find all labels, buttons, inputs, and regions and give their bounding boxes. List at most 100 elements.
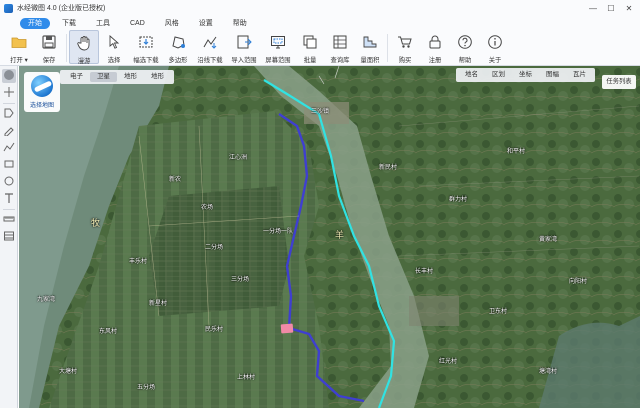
help-label: 帮助 [458,57,472,64]
toolbar-separator [66,34,67,62]
open-label: 打开 ▾ [10,57,28,64]
table-tool[interactable] [2,230,16,244]
save-label: 保存 [42,57,56,64]
polyline-tool[interactable] [2,141,16,155]
register-button[interactable]: 注册 [420,30,450,64]
task-list-button[interactable]: 任务列表 [602,75,636,89]
rect-tool[interactable] [2,158,16,172]
map-label: 上林村 [237,375,256,381]
layer-tab-divisions[interactable]: 区划 [485,70,512,80]
window-title: 水经微图 4.0 (企业版已授权) [17,5,106,12]
map-label: 江心洲 [229,155,248,161]
circle-icon [3,175,15,189]
tag-tool[interactable] [2,107,16,121]
import-icon [236,34,252,52]
cursor-icon [106,34,122,52]
map-label: 九家湾 [37,297,56,303]
rect-icon [3,158,15,172]
polygon-button[interactable]: 多边形 [163,30,193,64]
minimize-button[interactable]: — [584,4,602,13]
menu-download[interactable]: 下载 [54,18,84,29]
panel-separator [2,103,15,104]
map-view[interactable]: 选择地图 电子 卫星 地形 地形 地名 区划 坐标 图幅 瓦片 任务列表 牧 羊… [19,66,640,408]
query-button[interactable]: 查询库 [325,30,355,64]
toolbar-separator [387,34,388,62]
polygon-label: 多边形 [168,57,188,64]
menu-cad[interactable]: CAD [122,18,153,29]
window-controls: — ☐ ✕ [584,0,638,16]
ruler-tool[interactable] [2,213,16,227]
menu-tools[interactable]: 工具 [88,18,118,29]
map-label: 大塘村 [59,369,78,375]
text-icon [3,192,15,206]
map-label: 三分场 [231,277,250,283]
pan-button[interactable]: 漫游 [69,30,99,65]
folder-icon [11,34,27,52]
lock-icon [427,34,443,52]
polygon-icon [170,34,186,52]
buy-button[interactable]: 购买 [390,30,420,64]
layer-tab-tiles[interactable]: 瓦片 [566,70,593,80]
map-label: 卫东村 [489,309,508,315]
batch-icon [302,34,318,52]
layer-toggle-bar: 地名 区划 坐标 图幅 瓦片 [456,68,595,82]
area-icon [362,34,378,52]
map-label: 农场 [201,205,214,211]
screen-icon [270,34,286,52]
menu-settings[interactable]: 设置 [191,18,221,29]
app-window: 水经微图 4.0 (企业版已授权) — ☐ ✕ 开始 下载 工具 CAD 风格 … [0,0,640,408]
maptype-tab-satellite[interactable]: 卫星 [90,72,117,82]
about-button[interactable]: 关于 [480,30,510,64]
map-label: 丰乐村 [129,259,148,265]
layer-tool[interactable] [1,69,16,83]
pan-icon [3,86,15,100]
save-button[interactable]: 保存 [34,30,64,64]
map-label: 东风村 [99,329,118,335]
frame-download-icon [138,34,154,52]
measure-area-button[interactable]: 量面积 [355,30,385,64]
map-label: 塘湾村 [539,369,558,375]
polyline-icon [3,141,15,155]
menu-style[interactable]: 风格 [157,18,187,29]
import-range-button[interactable]: 导入范围 [227,30,261,64]
query-label: 查询库 [330,57,350,64]
map-label: 长丰村 [415,269,434,275]
pen-tool[interactable] [2,124,16,138]
ruler-icon [3,213,15,227]
open-button[interactable]: 打开 ▾ [4,30,34,64]
pan-tool[interactable] [2,86,16,100]
menu-help[interactable]: 帮助 [225,18,255,29]
measure-area-label: 量面积 [360,57,380,64]
select-map-button[interactable]: 选择地图 [24,72,60,112]
menu-bar: 开始 下载 工具 CAD 风格 设置 帮助 [0,16,640,30]
map-label: 和平村 [507,149,526,155]
maptype-tab-electronic[interactable]: 电子 [63,72,90,82]
text-tool[interactable] [2,192,16,206]
menu-start[interactable]: 开始 [20,17,50,29]
about-label: 关于 [488,57,502,64]
map-label: 牧 [91,218,102,228]
help-button[interactable]: 帮助 [450,30,480,64]
layer-tab-coordinates[interactable]: 坐标 [512,70,539,80]
close-button[interactable]: ✕ [620,4,638,13]
map-label: 二分场 [205,245,224,251]
maptype-tab-terrain-2[interactable]: 地形 [144,72,171,82]
circle-tool[interactable] [2,175,16,189]
register-label: 注册 [428,57,442,64]
line-download-button[interactable]: 沿线下载 [193,30,227,64]
map-label: 群力村 [449,197,468,203]
select-button[interactable]: 选择 [99,30,129,64]
layer-tab-sheets[interactable]: 图幅 [539,70,566,80]
layer-tab-placenames[interactable]: 地名 [458,70,485,80]
batch-button[interactable]: 批量 [295,30,325,64]
frame-download-button[interactable]: 幅选下载 [129,30,163,64]
screen-range-button[interactable]: 屏幕范围 [261,30,295,64]
import-range-label: 导入范围 [231,57,257,64]
maximize-button[interactable]: ☐ [602,4,620,13]
maptype-tab-terrain[interactable]: 地形 [117,72,144,82]
map-label: 三沙镇 [311,109,330,115]
map-label: 红光村 [439,359,458,365]
hand-icon [76,35,92,53]
line-download-label: 沿线下载 [197,57,223,64]
save-icon [41,34,57,52]
